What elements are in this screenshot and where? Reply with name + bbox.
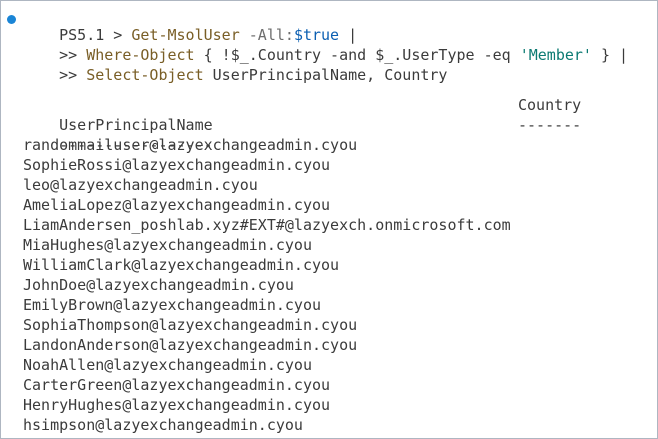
table-row: EmilyBrown@lazyexchangeadmin.cyou (23, 296, 322, 314)
select-arguments: UserPrincipalName, Country (203, 66, 448, 84)
table-row: leo@lazyexchangeadmin.cyou (23, 176, 258, 194)
terminal-window[interactable]: PS5.1 > Get-MsolUser -All:$true | >> Whe… (0, 0, 658, 439)
table-row: MiaHughes@lazyexchangeadmin.cyou (23, 236, 312, 254)
string-literal: 'Member' (519, 46, 592, 64)
table-row: LandonAnderson@lazyexchangeadmin.cyou (23, 336, 358, 354)
table-row: hsimpson@lazyexchangeadmin.cyou (23, 416, 303, 434)
table-row: SophiaThompson@lazyexchangeadmin.cyou (23, 316, 358, 334)
output-header-row: UserPrincipalName (23, 95, 213, 134)
table-row: JohnDoe@lazyexchangeadmin.cyou (23, 276, 294, 294)
table-row: randommailuser@lazyexchangeadmin.cyou (23, 136, 358, 154)
table-row: LiamAndersen_poshlab.xyz#EXT#@lazyexch.o… (23, 216, 511, 234)
prompt-line-1: PS5.1 > Get-MsolUser -All:$true | (23, 5, 357, 44)
column-header-country: Country (518, 96, 582, 114)
prompt-line-2: >> Where-Object { !$_.Country -and $_.Us… (23, 25, 628, 64)
table-row: HenryHughes@lazyexchangeadmin.cyou (23, 396, 331, 414)
output-rule-row: ----------------- (23, 115, 213, 154)
prompt-line-3: >> Select-Object UserPrincipalName, Coun… (23, 45, 447, 84)
table-row: AmeliaLopez@lazyexchangeadmin.cyou (23, 196, 331, 214)
table-row: CarterGreen@lazyexchangeadmin.cyou (23, 376, 331, 394)
continuation-prefix: >> (59, 66, 87, 84)
table-row: WilliamClark@lazyexchangeadmin.cyou (23, 256, 340, 274)
cmdlet-name: Select-Object (86, 66, 204, 84)
table-row: NoahAllen@lazyexchangeadmin.cyou (23, 356, 312, 374)
column-rule-country: ------- (518, 116, 582, 134)
command-status-dot-icon[interactable] (7, 15, 16, 24)
pipe-text: } | (591, 46, 629, 64)
table-row: SophieRossi@lazyexchangeadmin.cyou (23, 156, 331, 174)
